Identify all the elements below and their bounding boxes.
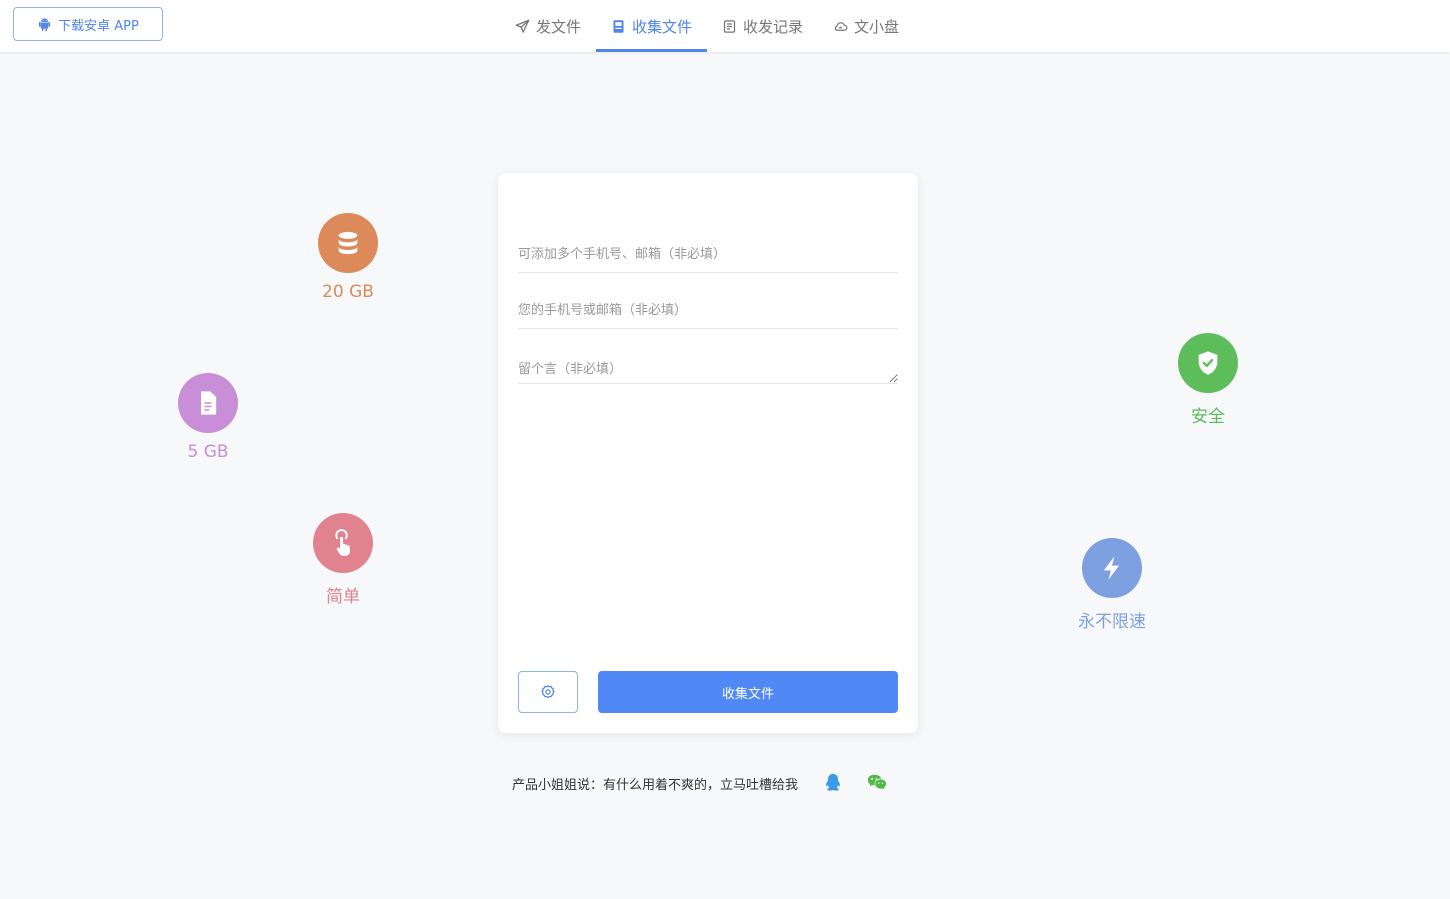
- feature-storage-20gb: 20 GB: [288, 213, 408, 302]
- download-android-app-button[interactable]: 下载安卓 APP: [13, 7, 163, 41]
- cloud-icon: [833, 19, 848, 34]
- feature-circle: [318, 213, 378, 273]
- wechat-icon: [866, 772, 888, 794]
- sender-contact-input[interactable]: [518, 293, 898, 329]
- settings-button[interactable]: [518, 671, 578, 713]
- feature-simple: 简单: [283, 513, 403, 607]
- paper-plane-icon: [515, 19, 530, 34]
- gear-icon: [540, 684, 556, 700]
- feature-label: 安全: [1191, 407, 1225, 427]
- feature-circle: [1178, 333, 1238, 393]
- feature-no-speed-limit: 永不限速: [1052, 538, 1172, 632]
- lightning-icon: [1098, 554, 1126, 582]
- feedback-text: 产品小姐姐说：有什么用着不爽的，立马吐槽给我: [512, 777, 799, 793]
- message-textarea[interactable]: [518, 349, 898, 384]
- shield-check-icon: [1194, 349, 1222, 377]
- tab-cloud-drive-label: 文小盘: [854, 17, 900, 36]
- tab-send-files-label: 发文件: [536, 17, 582, 36]
- tab-send-files[interactable]: 发文件: [500, 0, 596, 52]
- tab-cloud-drive[interactable]: 文小盘: [818, 0, 914, 52]
- feature-secure: 安全: [1148, 333, 1268, 427]
- android-icon: [37, 17, 52, 32]
- database-icon: [334, 229, 362, 257]
- feature-circle: [178, 373, 238, 433]
- feature-label: 永不限速: [1078, 612, 1146, 632]
- file-icon: [194, 389, 222, 417]
- recipients-input[interactable]: [518, 237, 898, 273]
- collect-files-button[interactable]: 收集文件: [598, 671, 898, 713]
- download-android-app-label: 下载安卓 APP: [58, 18, 139, 34]
- collect-form-card: 收集文件: [498, 173, 918, 733]
- feature-file-5gb: 5 GB: [148, 373, 268, 462]
- feature-label: 20 GB: [322, 282, 374, 302]
- feature-label: 简单: [326, 587, 360, 607]
- feature-label: 5 GB: [187, 442, 229, 462]
- record-icon: [722, 19, 737, 34]
- qq-link[interactable]: [822, 772, 844, 794]
- pointer-hand-icon: [329, 529, 357, 557]
- tab-transfer-records[interactable]: 收发记录: [707, 0, 818, 52]
- tab-collect-files[interactable]: 收集文件: [596, 0, 708, 52]
- inbox-icon: [611, 19, 626, 34]
- wechat-link[interactable]: [866, 772, 888, 794]
- main-nav: 发文件 收集文件 收发记录 文小盘: [500, 0, 914, 52]
- feature-circle: [313, 513, 373, 573]
- tab-collect-files-label: 收集文件: [632, 17, 693, 36]
- feedback-footer: 产品小姐姐说：有什么用着不爽的，立马吐槽给我: [512, 770, 888, 796]
- feature-circle: [1082, 538, 1142, 598]
- top-bar: 下载安卓 APP 发文件 收集文件 收发记录 文小盘: [0, 0, 1450, 52]
- tab-transfer-records-label: 收发记录: [743, 17, 804, 36]
- qq-icon: [822, 772, 844, 794]
